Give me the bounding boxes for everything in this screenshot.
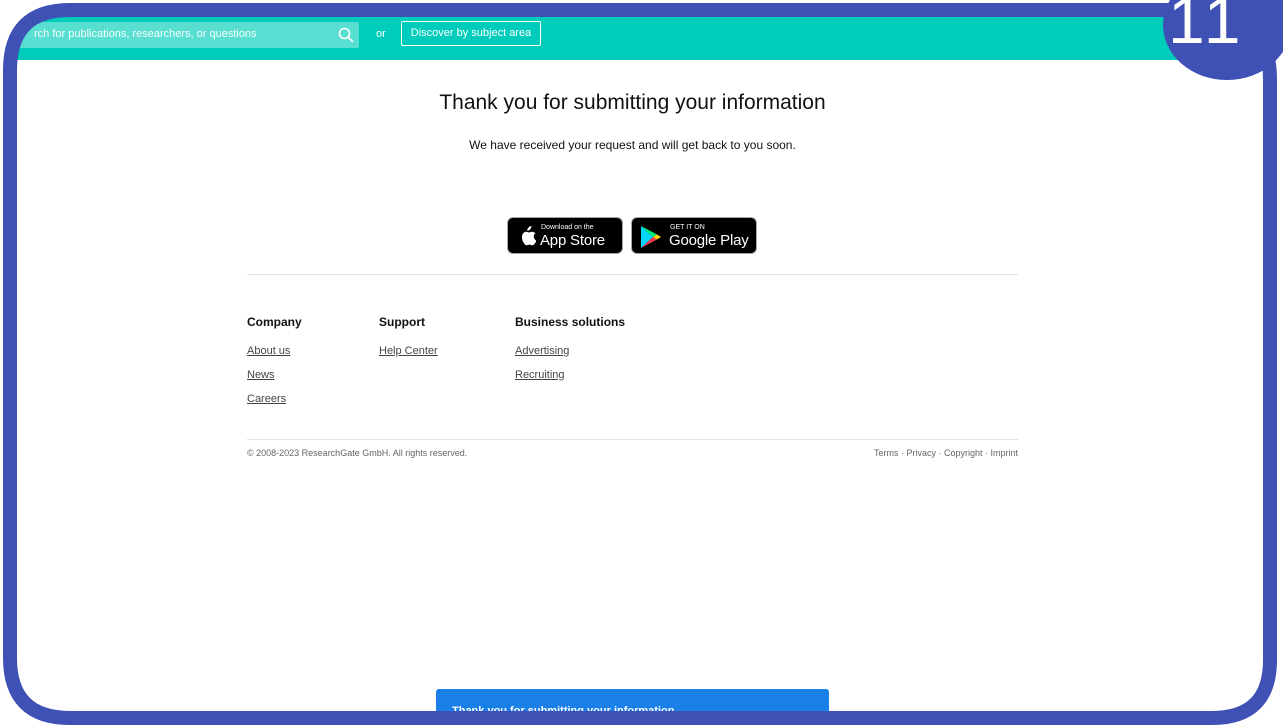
footer-divider-top: [247, 274, 1018, 275]
step-number: 11: [1168, 0, 1245, 57]
google-play-badge[interactable]: GET IT ON Google Play: [631, 217, 757, 254]
search-icon[interactable]: [337, 26, 355, 44]
confirmation-toast: Thank you for submitting your informatio…: [436, 689, 829, 727]
page-title: Thank you for submitting your informatio…: [439, 91, 826, 114]
app-store-small-text: Download on the: [541, 224, 594, 231]
footer-divider-bottom: [247, 439, 1018, 440]
google-play-big-text: Google Play: [669, 232, 749, 249]
top-navigation-bar: rch for publications, researchers, or qu…: [0, 0, 1283, 60]
google-play-small-text: GET IT ON: [670, 224, 705, 231]
footer-heading-company: Company: [247, 315, 302, 329]
toast-message: Thank you for submitting your informatio…: [452, 705, 675, 717]
search-field[interactable]: rch for publications, researchers, or qu…: [14, 22, 359, 48]
app-store-badge[interactable]: Download on the App Store: [507, 217, 623, 254]
footer-link-about-us[interactable]: About us: [247, 345, 290, 357]
search-placeholder: rch for publications, researchers, or qu…: [34, 28, 257, 40]
legal-links[interactable]: Terms · Privacy · Copyright · Imprint: [874, 448, 1018, 458]
or-label: or: [376, 28, 386, 40]
google-play-icon: [641, 226, 661, 248]
app-store-big-text: App Store: [540, 232, 605, 249]
footer-link-news[interactable]: News: [247, 369, 275, 381]
page-subtitle: We have received your request and will g…: [469, 138, 796, 152]
copyright-text: © 2008-2023 ResearchGate GmbH. All right…: [247, 448, 468, 458]
page: rch for publications, researchers, or qu…: [0, 0, 1283, 727]
footer-link-recruiting[interactable]: Recruiting: [515, 369, 565, 381]
footer-link-advertising[interactable]: Advertising: [515, 345, 569, 357]
discover-by-subject-button[interactable]: Discover by subject area: [401, 21, 541, 46]
apple-icon: [521, 226, 536, 246]
footer-link-help-center[interactable]: Help Center: [379, 345, 438, 357]
footer-heading-support: Support: [379, 315, 425, 329]
footer-heading-business-solutions: Business solutions: [515, 315, 626, 329]
footer-link-careers[interactable]: Careers: [247, 393, 286, 405]
